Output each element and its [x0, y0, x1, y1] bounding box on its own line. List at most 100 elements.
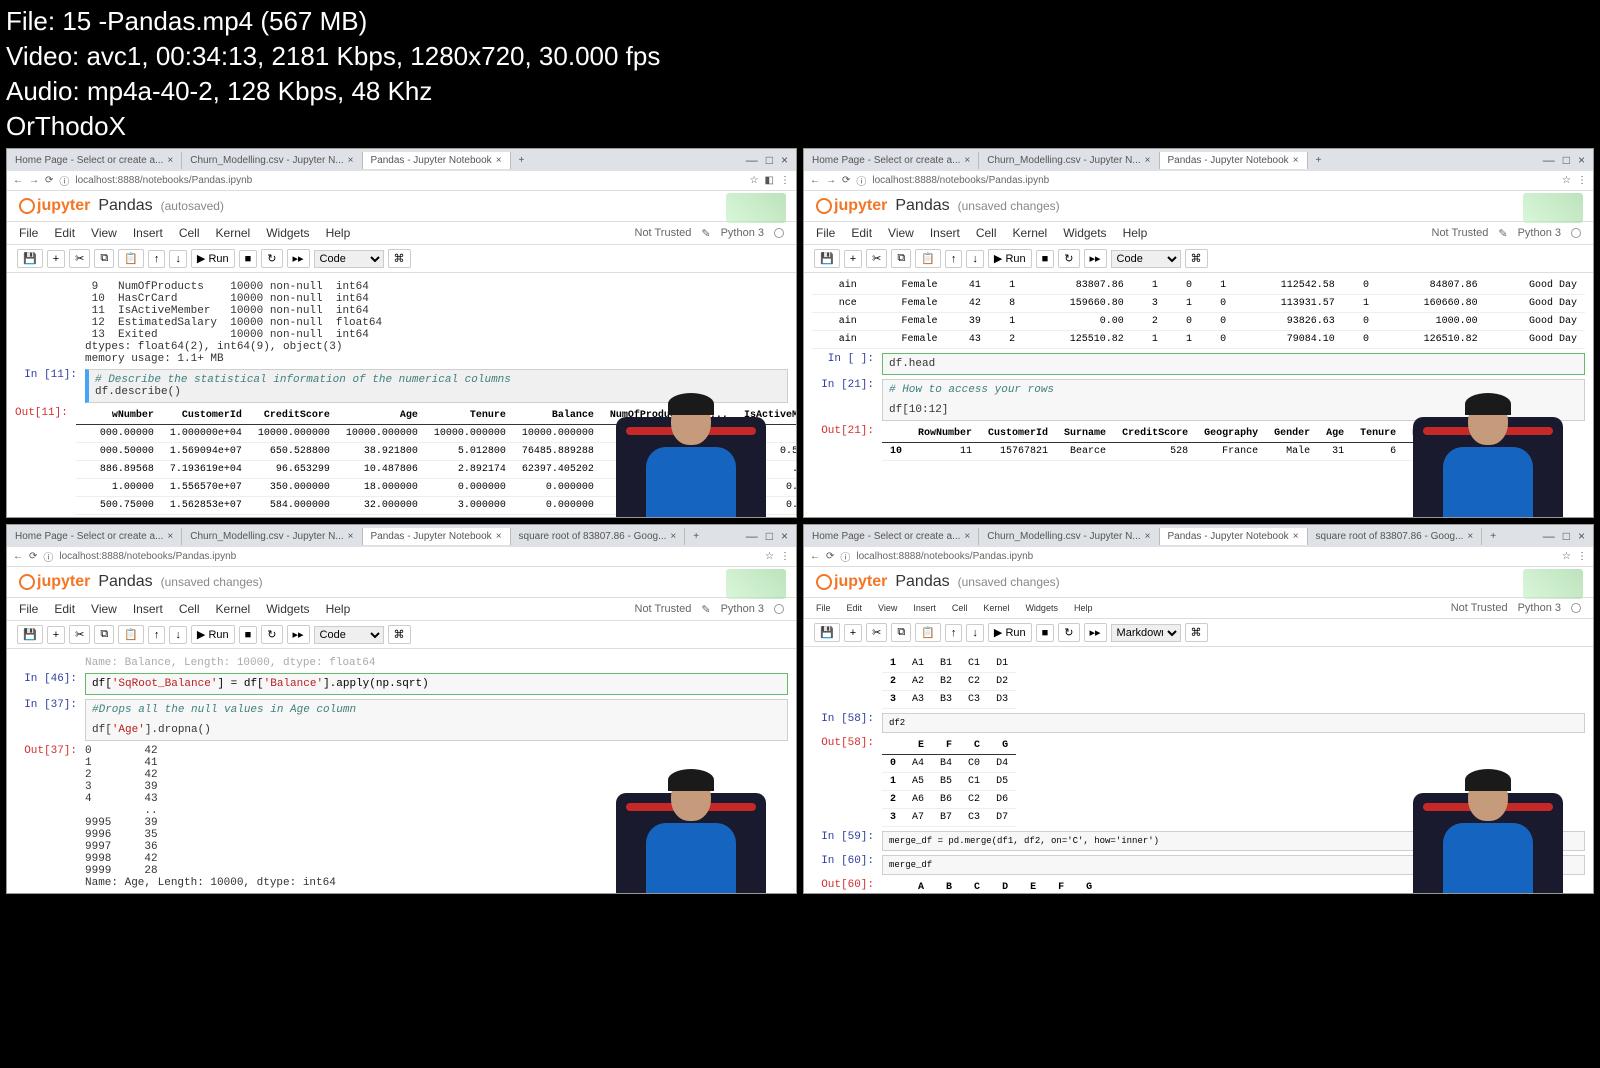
save-button[interactable]: 💾 — [17, 249, 43, 268]
notebook-title[interactable]: Pandas — [98, 573, 152, 591]
menu-cell[interactable]: Cell — [976, 226, 997, 240]
menu-view[interactable]: View — [91, 226, 117, 240]
move-up-button[interactable]: ↑ — [148, 250, 166, 268]
jupyter-logo[interactable]: jupyter — [816, 573, 887, 591]
menu-insert[interactable]: Insert — [133, 226, 163, 240]
add-cell-button[interactable]: + — [47, 626, 65, 644]
menu-insert[interactable]: Insert — [913, 603, 936, 613]
tab-pandas[interactable]: Pandas - Jupyter Notebook× — [1160, 152, 1308, 169]
menu-file[interactable]: File — [816, 226, 835, 240]
maximize-icon[interactable]: □ — [766, 153, 773, 167]
menu-help[interactable]: Help — [1074, 603, 1093, 613]
menu-edit[interactable]: Edit — [54, 226, 75, 240]
star-icon[interactable]: ☆ — [1562, 551, 1571, 562]
run-button[interactable]: ▶ Run — [191, 625, 235, 644]
menu-widgets[interactable]: Widgets — [266, 226, 309, 240]
minimize-icon[interactable]: — — [746, 529, 758, 543]
tab-pandas[interactable]: Pandas - Jupyter Notebook× — [363, 528, 511, 545]
edit-icon[interactable]: ✎ — [1498, 227, 1507, 240]
add-cell-button[interactable]: + — [844, 250, 862, 268]
star-icon[interactable]: ☆ — [750, 175, 759, 186]
restart-run-button[interactable]: ▸▸ — [1084, 623, 1107, 642]
menu-help[interactable]: Help — [326, 226, 351, 240]
new-tab-button[interactable]: + — [1308, 152, 1330, 169]
back-icon[interactable]: ← — [13, 175, 23, 186]
trust-indicator[interactable]: Not Trusted — [635, 603, 692, 615]
menu-kernel[interactable]: Kernel — [1013, 226, 1048, 240]
copy-button[interactable]: ⧉ — [94, 625, 114, 644]
menu-help[interactable]: Help — [1123, 226, 1148, 240]
tab-churn[interactable]: Churn_Modelling.csv - Jupyter N...× — [182, 528, 362, 545]
menu-icon[interactable]: ⋮ — [1577, 551, 1587, 562]
reload-icon[interactable]: ⟳ — [826, 551, 834, 562]
window-close-icon[interactable]: × — [1578, 529, 1585, 543]
menu-edit[interactable]: Edit — [851, 226, 872, 240]
run-button[interactable]: ▶ Run — [988, 249, 1032, 268]
close-icon[interactable]: × — [167, 155, 173, 166]
close-icon[interactable]: × — [496, 155, 502, 166]
code-cell[interactable]: df2 — [882, 713, 1585, 733]
restart-button[interactable]: ↻ — [1058, 249, 1079, 268]
new-tab-button[interactable]: + — [1482, 528, 1504, 545]
new-tab-button[interactable]: + — [685, 528, 707, 545]
menu-cell[interactable]: Cell — [179, 226, 200, 240]
reload-icon[interactable]: ⟳ — [842, 175, 850, 186]
copy-button[interactable]: ⧉ — [891, 623, 911, 642]
restart-button[interactable]: ↻ — [261, 249, 282, 268]
menu-insert[interactable]: Insert — [930, 226, 960, 240]
jupyter-logo[interactable]: jupyter — [19, 573, 90, 591]
code-cell[interactable]: df.head — [882, 353, 1585, 375]
forward-icon[interactable]: → — [29, 175, 39, 186]
menu-view[interactable]: View — [91, 602, 117, 616]
url-field[interactable]: localhost:8888/notebooks/Pandas.ipynb — [59, 551, 759, 562]
info-icon[interactable]: ⓘ — [856, 173, 866, 188]
reload-icon[interactable]: ⟳ — [29, 551, 37, 562]
tab-pandas[interactable]: Pandas - Jupyter Notebook× — [363, 152, 511, 169]
code-cell[interactable]: df['SqRoot_Balance'] = df['Balance'].app… — [85, 673, 788, 695]
move-down-button[interactable]: ↓ — [169, 626, 187, 644]
close-icon[interactable]: × — [496, 531, 502, 542]
close-icon[interactable]: × — [348, 155, 354, 166]
maximize-icon[interactable]: □ — [766, 529, 773, 543]
back-icon[interactable]: ← — [13, 551, 23, 562]
command-palette-button[interactable]: ⌘ — [388, 625, 411, 644]
stop-button[interactable]: ■ — [1036, 250, 1055, 268]
info-icon[interactable]: ⓘ — [840, 549, 850, 564]
tab-churn[interactable]: Churn_Modelling.csv - Jupyter N...× — [979, 528, 1159, 545]
notebook-title[interactable]: Pandas — [895, 197, 949, 215]
menu-widgets[interactable]: Widgets — [1063, 226, 1106, 240]
cut-button[interactable]: ✂ — [69, 625, 90, 644]
tab-google[interactable]: square root of 83807.86 - Goog...× — [1308, 528, 1483, 545]
close-icon[interactable]: × — [1293, 155, 1299, 166]
kernel-name[interactable]: Python 3 — [1518, 602, 1561, 614]
tab-churn[interactable]: Churn_Modelling.csv - Jupyter N...× — [182, 152, 362, 169]
back-icon[interactable]: ← — [810, 551, 820, 562]
trust-indicator[interactable]: Not Trusted — [1432, 227, 1489, 239]
menu-icon[interactable]: ⋮ — [780, 551, 790, 562]
window-close-icon[interactable]: × — [781, 529, 788, 543]
save-button[interactable]: 💾 — [814, 249, 840, 268]
minimize-icon[interactable]: — — [746, 153, 758, 167]
move-down-button[interactable]: ↓ — [966, 624, 984, 642]
url-field[interactable]: localhost:8888/notebooks/Pandas.ipynb — [856, 551, 1556, 562]
menu-cell[interactable]: Cell — [179, 602, 200, 616]
cut-button[interactable]: ✂ — [866, 623, 887, 642]
kernel-name[interactable]: Python 3 — [1518, 227, 1561, 239]
reload-icon[interactable]: ⟳ — [45, 175, 53, 186]
stop-button[interactable]: ■ — [239, 250, 258, 268]
ext-icon[interactable]: ◧ — [765, 175, 774, 186]
menu-kernel[interactable]: Kernel — [216, 226, 251, 240]
url-field[interactable]: localhost:8888/notebooks/Pandas.ipynb — [75, 175, 743, 186]
add-cell-button[interactable]: + — [844, 624, 862, 642]
close-icon[interactable]: × — [167, 531, 173, 542]
menu-widgets[interactable]: Widgets — [1025, 603, 1058, 613]
paste-button[interactable]: 📋 — [118, 625, 144, 644]
jupyter-logo[interactable]: jupyter — [816, 197, 887, 215]
menu-kernel[interactable]: Kernel — [216, 602, 251, 616]
close-icon[interactable]: × — [964, 155, 970, 166]
stop-button[interactable]: ■ — [1036, 624, 1055, 642]
forward-icon[interactable]: → — [826, 175, 836, 186]
menu-file[interactable]: File — [19, 602, 38, 616]
menu-file[interactable]: File — [816, 603, 831, 613]
cut-button[interactable]: ✂ — [866, 249, 887, 268]
